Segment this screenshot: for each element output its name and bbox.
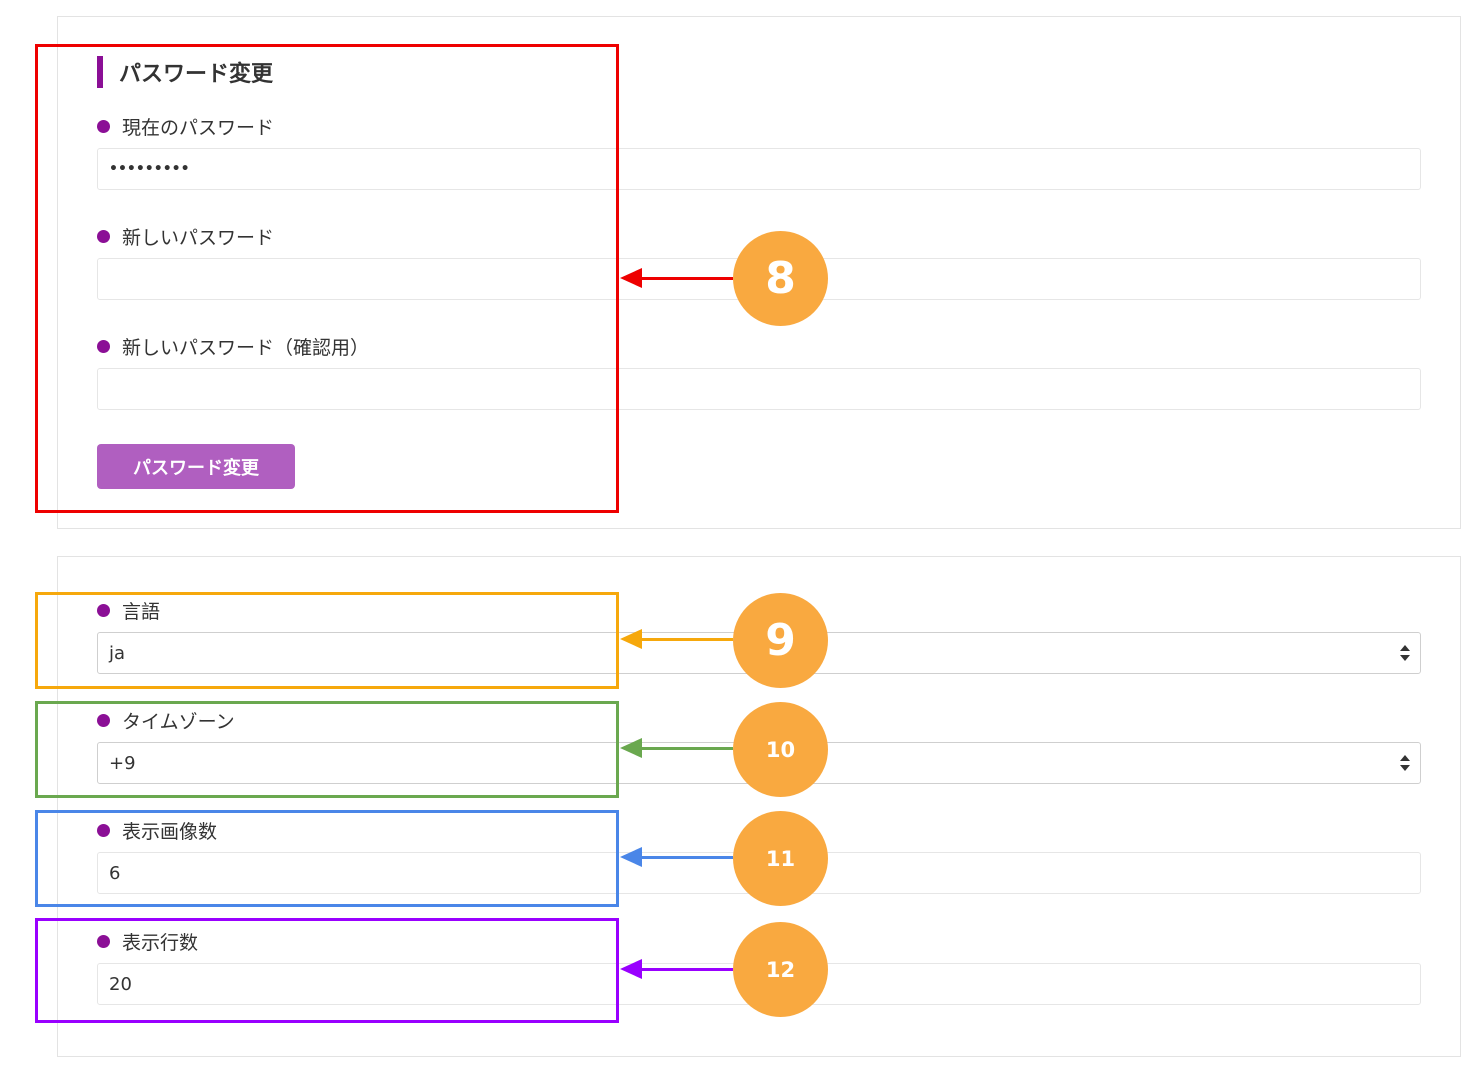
arrow-head-icon <box>620 268 642 288</box>
annotation-arrow-9 <box>640 638 733 641</box>
select-arrows-icon <box>1400 645 1410 661</box>
annotation-badge-8: 8 <box>733 231 828 326</box>
annotation-arrow-8 <box>640 277 733 280</box>
highlight-box-10 <box>35 701 619 798</box>
annotation-badge-10: 10 <box>733 702 828 797</box>
annotation-badge-11: 11 <box>733 811 828 906</box>
highlight-box-12 <box>35 918 619 1023</box>
select-arrows-icon <box>1400 755 1410 771</box>
highlight-box-9 <box>35 592 619 689</box>
annotation-arrow-10 <box>640 747 733 750</box>
highlight-box-8 <box>35 44 619 513</box>
arrow-head-icon <box>620 629 642 649</box>
annotation-badge-12: 12 <box>733 922 828 1017</box>
annotation-arrow-12 <box>640 968 733 971</box>
arrow-head-icon <box>620 959 642 979</box>
annotation-badge-9: 9 <box>733 593 828 688</box>
highlight-box-11 <box>35 810 619 907</box>
arrow-head-icon <box>620 738 642 758</box>
arrow-head-icon <box>620 847 642 867</box>
annotation-arrow-11 <box>640 856 733 859</box>
